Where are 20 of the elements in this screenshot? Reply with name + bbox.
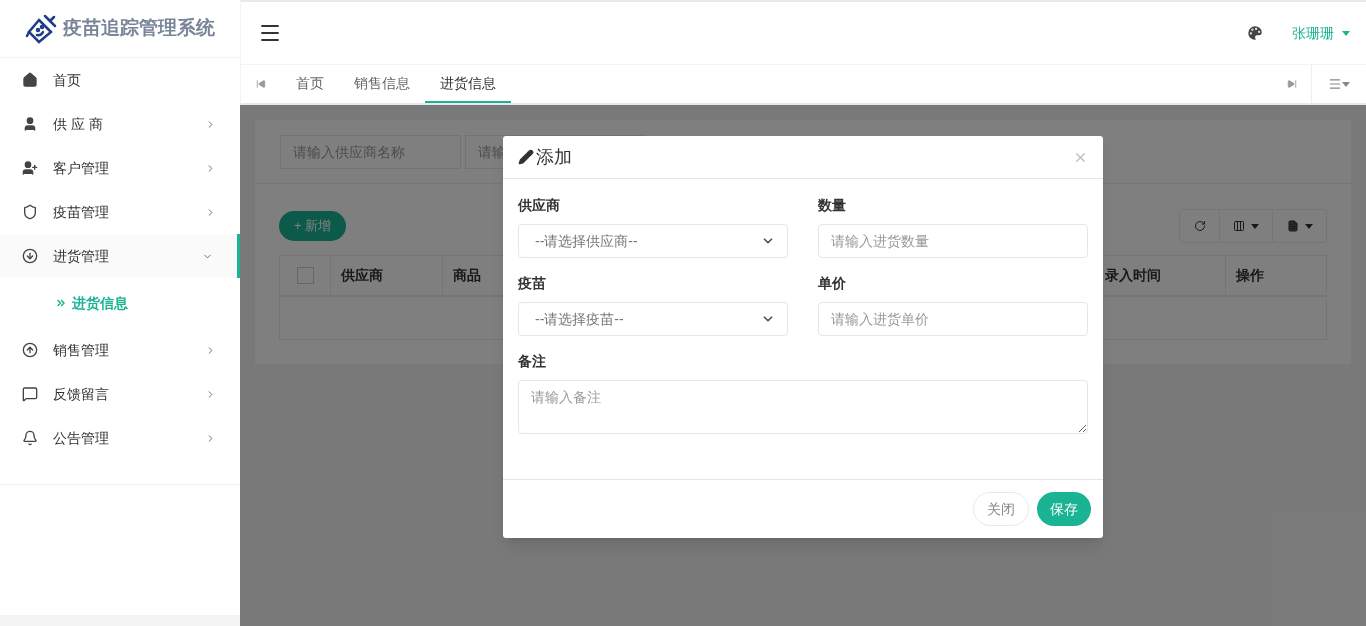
menu-label: 疫苗管理	[53, 202, 110, 222]
field-label: 单价	[818, 274, 847, 293]
field-label: 备注	[518, 352, 547, 371]
field-label: 数量	[818, 196, 847, 215]
field-label: 供应商	[518, 196, 561, 215]
menu-label: 反馈留言	[53, 384, 110, 404]
column-header: 录入时间	[1105, 266, 1161, 285]
field-label: 疫苗	[518, 274, 547, 293]
menu-label: 销售管理	[53, 340, 110, 360]
menu-label: 供 应 商	[53, 114, 104, 134]
menu-label: 进货管理	[53, 246, 110, 266]
app-title: 疫苗追踪管理系统	[63, 16, 215, 41]
column-header: 商品	[453, 266, 481, 285]
menu-label: 客户管理	[53, 158, 110, 178]
column-header: 供应商	[341, 266, 383, 285]
submenu-label: 进货信息	[72, 293, 128, 313]
column-header: 操作	[1236, 266, 1264, 285]
menu-label: 首页	[53, 70, 82, 90]
menu-label: 公告管理	[53, 428, 110, 448]
dialog-title: 添加	[536, 145, 573, 169]
